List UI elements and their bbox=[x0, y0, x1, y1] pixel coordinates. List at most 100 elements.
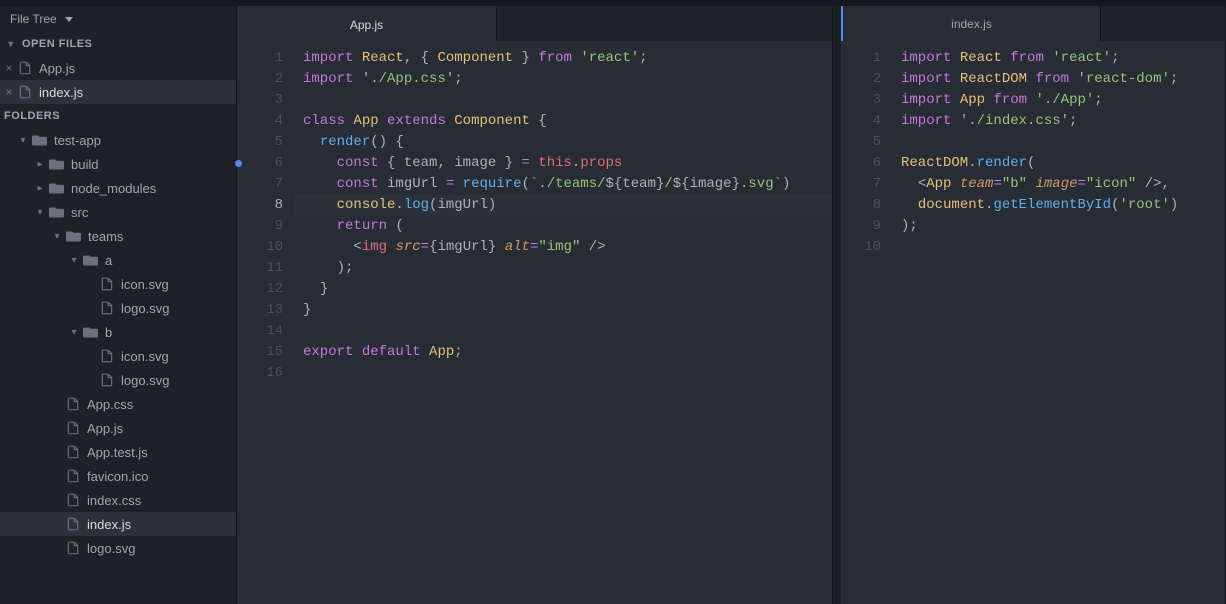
open-files-header[interactable]: OPEN FILES bbox=[0, 32, 236, 56]
line-number: 16 bbox=[237, 363, 283, 384]
file-icon bbox=[100, 373, 114, 387]
folder-item[interactable]: teams bbox=[0, 224, 236, 248]
file-item[interactable]: App.css bbox=[0, 392, 236, 416]
close-icon[interactable]: × bbox=[2, 85, 16, 99]
line-number: 2 bbox=[237, 69, 283, 90]
editor-pane-right: index.js 12345678910 import React from '… bbox=[841, 6, 1226, 604]
chevron-down-icon bbox=[52, 231, 62, 242]
line-number: 4 bbox=[841, 111, 881, 132]
folder-item[interactable]: src bbox=[0, 200, 236, 224]
file-icon bbox=[100, 277, 114, 291]
code-line bbox=[893, 132, 1225, 153]
chevron-right-icon bbox=[35, 183, 45, 194]
code-line: ); bbox=[893, 216, 1225, 237]
line-number: 15 bbox=[237, 342, 283, 363]
line-number: 8 bbox=[237, 195, 283, 216]
code-line: ReactDOM.render( bbox=[893, 153, 1225, 174]
tree-item-label: build bbox=[71, 157, 98, 172]
chevron-down-icon bbox=[69, 327, 79, 338]
code-line: ); bbox=[295, 258, 832, 279]
line-number: 1 bbox=[841, 48, 881, 69]
editor-pane-left: App.js 12345678910111213141516 import Re… bbox=[237, 6, 833, 604]
tree-item-label: test-app bbox=[54, 133, 101, 148]
open-file-item[interactable]: ×App.js bbox=[0, 56, 236, 80]
file-item[interactable]: favicon.ico bbox=[0, 464, 236, 488]
pane-splitter[interactable] bbox=[833, 6, 841, 604]
code-editor-right[interactable]: 12345678910 import React from 'react';im… bbox=[841, 41, 1225, 604]
tree-item-label: icon.svg bbox=[121, 277, 169, 292]
tree-item-label: App.css bbox=[87, 397, 133, 412]
sidebar: File Tree OPEN FILES ×App.js×index.js FO… bbox=[0, 6, 237, 604]
folder-item[interactable]: test-app bbox=[0, 128, 236, 152]
folder-item[interactable]: node_modules bbox=[0, 176, 236, 200]
tree-item-label: index.css bbox=[87, 493, 141, 508]
folder-item[interactable]: build bbox=[0, 152, 236, 176]
code-line: export default App; bbox=[295, 342, 832, 363]
file-icon bbox=[66, 469, 80, 483]
tab-bar-right: index.js bbox=[841, 6, 1225, 41]
file-item[interactable]: index.js bbox=[0, 512, 236, 536]
tree-item-label: App.js bbox=[87, 421, 123, 436]
code-lines-right: import React from 'react';import ReactDO… bbox=[893, 48, 1225, 604]
code-lines-left: import React, { Component } from 'react'… bbox=[295, 48, 832, 604]
tree-item-label: logo.svg bbox=[87, 541, 135, 556]
file-item[interactable]: App.test.js bbox=[0, 440, 236, 464]
gutter-left: 12345678910111213141516 bbox=[237, 48, 295, 604]
open-files-list: ×App.js×index.js bbox=[0, 56, 236, 104]
line-number: 10 bbox=[841, 237, 881, 258]
file-item[interactable]: logo.svg bbox=[0, 368, 236, 392]
tree-item-label: node_modules bbox=[71, 181, 156, 196]
chevron-down-icon bbox=[6, 39, 16, 50]
line-number: 4 bbox=[237, 111, 283, 132]
chevron-down-icon bbox=[69, 255, 79, 266]
tab-index-js[interactable]: index.js bbox=[841, 6, 1101, 41]
code-line: const { team, image } = this.props bbox=[295, 153, 832, 174]
code-line: } bbox=[295, 300, 832, 321]
chevron-right-icon bbox=[35, 159, 45, 170]
line-number: 12 bbox=[237, 279, 283, 300]
code-editor-left[interactable]: 12345678910111213141516 import React, { … bbox=[237, 41, 832, 604]
line-number: 6 bbox=[841, 153, 881, 174]
code-line: const imgUrl = require(`./teams/${team}/… bbox=[295, 174, 832, 195]
tree-item-label: App.test.js bbox=[87, 445, 148, 460]
line-number: 3 bbox=[237, 90, 283, 111]
folder-item[interactable]: a bbox=[0, 248, 236, 272]
code-line: return ( bbox=[295, 216, 832, 237]
folder-icon bbox=[66, 230, 81, 243]
tree-item-label: icon.svg bbox=[121, 349, 169, 364]
line-number: 11 bbox=[237, 258, 283, 279]
chevron-down-icon bbox=[18, 135, 28, 146]
file-item[interactable]: index.css bbox=[0, 488, 236, 512]
line-number: 8 bbox=[841, 195, 881, 216]
close-icon[interactable]: × bbox=[2, 61, 16, 75]
file-item[interactable]: logo.svg bbox=[0, 536, 236, 560]
tab-label: App.js bbox=[350, 18, 383, 32]
file-icon bbox=[66, 541, 80, 555]
open-file-item[interactable]: ×index.js bbox=[0, 80, 236, 104]
line-number: 7 bbox=[237, 174, 283, 195]
file-tree-dropdown[interactable]: File Tree bbox=[0, 6, 236, 32]
file-icon bbox=[66, 517, 80, 531]
code-line: render() { bbox=[295, 132, 832, 153]
file-item[interactable]: logo.svg bbox=[0, 296, 236, 320]
file-item[interactable]: icon.svg bbox=[0, 272, 236, 296]
folder-item[interactable]: b bbox=[0, 320, 236, 344]
code-line: class App extends Component { bbox=[295, 111, 832, 132]
tab-app-js[interactable]: App.js bbox=[237, 6, 497, 41]
folder-icon bbox=[49, 206, 64, 219]
file-item[interactable]: App.js bbox=[0, 416, 236, 440]
code-line bbox=[893, 237, 1225, 258]
open-files-label: OPEN FILES bbox=[22, 38, 92, 50]
folder-icon bbox=[83, 326, 98, 339]
line-number: 2 bbox=[841, 69, 881, 90]
file-icon bbox=[66, 421, 80, 435]
file-icon bbox=[18, 85, 32, 99]
code-line: import React from 'react'; bbox=[893, 48, 1225, 69]
line-number: 1 bbox=[237, 48, 283, 69]
code-line: import App from './App'; bbox=[893, 90, 1225, 111]
code-line bbox=[295, 363, 832, 384]
file-item[interactable]: icon.svg bbox=[0, 344, 236, 368]
tree-item-label: favicon.ico bbox=[87, 469, 148, 484]
code-line: import React, { Component } from 'react'… bbox=[295, 48, 832, 69]
folders-header: FOLDERS bbox=[0, 104, 236, 128]
